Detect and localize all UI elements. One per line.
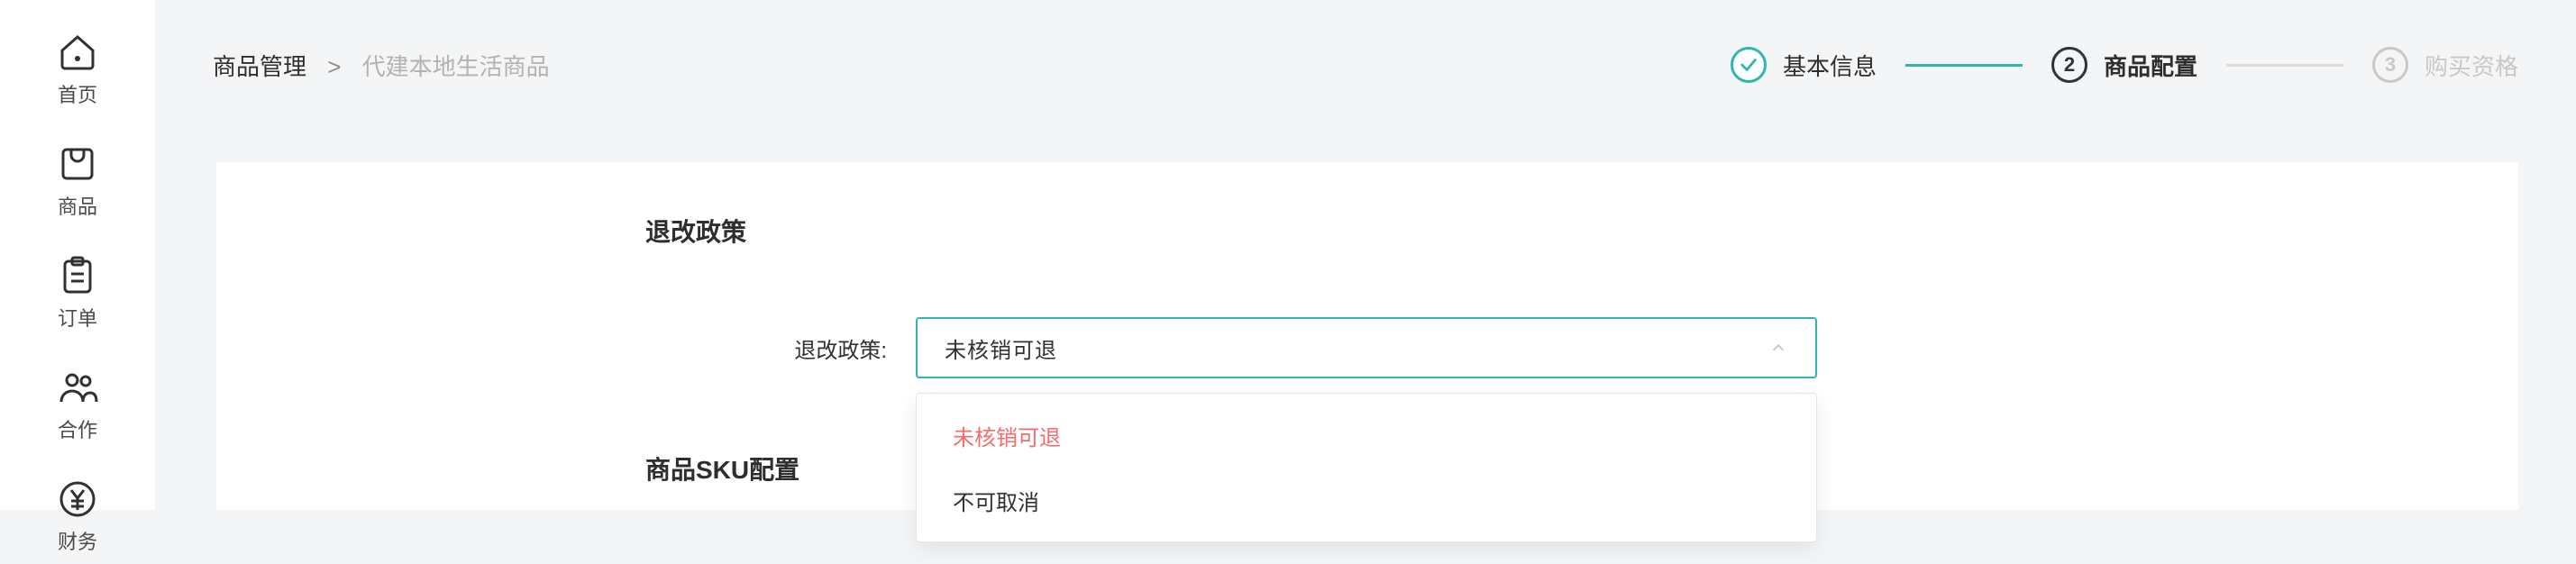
step-line: [2226, 64, 2343, 67]
refund-policy-select: 未核销可退 未核销可退 不可取消: [916, 317, 1817, 378]
sidebar-item-partner[interactable]: 合作: [0, 366, 155, 452]
step-number: 3: [2372, 47, 2408, 83]
refund-policy-select-box[interactable]: 未核销可退: [916, 317, 1817, 378]
step-number: 2: [2051, 47, 2087, 83]
select-value: 未核销可退: [945, 332, 1057, 364]
form-label: 退改政策:: [663, 332, 916, 364]
sidebar-item-home[interactable]: 首页: [0, 31, 155, 117]
bag-icon: [56, 142, 99, 186]
form-row-refund-policy: 退改政策: 未核销可退 未核销可退 不可取消: [663, 317, 2518, 378]
step-title: 商品配置: [2104, 49, 2197, 82]
home-icon: [56, 31, 99, 74]
breadcrumb: 商品管理 > 代建本地生活商品: [213, 49, 550, 82]
sidebar-item-product[interactable]: 商品: [0, 142, 155, 229]
step-purchase-qualification[interactable]: 3 购买资格: [2372, 47, 2518, 83]
section-title-sku-config: 商品SKU配置: [645, 450, 2500, 487]
breadcrumb-parent[interactable]: 商品管理: [213, 53, 306, 80]
section-title-refund-policy: 退改政策: [645, 213, 2500, 249]
sidebar-item-label: 首页: [58, 79, 97, 108]
sidebar-item-order[interactable]: 订单: [0, 254, 155, 341]
yen-icon: [56, 478, 99, 521]
breadcrumb-sep: >: [327, 53, 341, 80]
partners-icon: [56, 366, 99, 409]
step-line: [1905, 64, 2023, 67]
sidebar-item-label: 合作: [58, 414, 97, 443]
sidebar-item-finance[interactable]: 财务: [0, 478, 155, 564]
step-basic-info[interactable]: 基本信息: [1731, 47, 2051, 83]
step-title: 购买资格: [2425, 49, 2518, 82]
clipboard-icon: [56, 254, 99, 297]
breadcrumb-current: 代建本地生活商品: [362, 53, 550, 80]
steps: 基本信息 2 商品配置 3 购买资格: [1731, 47, 2518, 83]
sidebar-item-label: 商品: [58, 191, 97, 220]
sidebar: 首页 商品 订单 合作 财务: [0, 0, 155, 510]
step-title: 基本信息: [1783, 49, 1877, 82]
page-header: 商品管理 > 代建本地生活商品 基本信息 2 商品配置 3 购买资格: [155, 36, 2576, 94]
sidebar-item-label: 财务: [58, 526, 97, 555]
check-icon: [1731, 47, 1767, 83]
main-card: 退改政策 退改政策: 未核销可退 未核销可退 不可取消 商品SKU配置: [216, 162, 2518, 510]
sidebar-item-label: 订单: [58, 303, 97, 332]
step-product-config[interactable]: 2 商品配置: [2051, 47, 2372, 83]
chevron-up-icon: [1768, 338, 1788, 358]
